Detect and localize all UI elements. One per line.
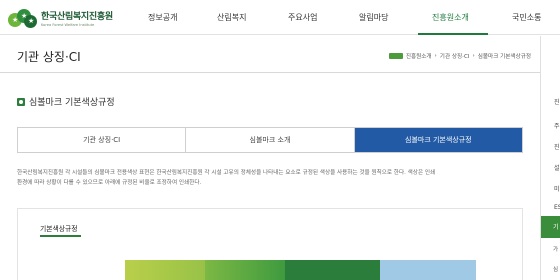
color-spec-underline: [40, 235, 81, 237]
content-tabs: 기관 상징·CI 심볼마크 소개 심볼마크 기본색상규정: [17, 127, 523, 153]
side-nav: 진 주 진 설 미 ES: [540, 36, 560, 280]
page-title: 기관 상징·CI: [17, 50, 81, 64]
side-nav-item-active: 기: [553, 224, 559, 231]
logo-subtitle: Korea Forest Welfare Institute: [41, 23, 95, 27]
color-swatch-sky-blue: [380, 260, 476, 280]
tab-ci[interactable]: 기관 상징·CI: [18, 128, 187, 152]
description-line: 한국산림복지진흥원 각 시설들의 심볼마크 전용색상 표현은 한국산림복지진흥원…: [17, 170, 436, 176]
nav-item-welfare[interactable]: 산림복지: [217, 0, 246, 35]
color-swatch-lime: [125, 260, 205, 280]
side-nav-subitem[interactable]: 심: [553, 265, 558, 273]
side-nav-item[interactable]: 주: [554, 121, 560, 130]
breadcrumb-item-current: 심볼마크 기본색상규정: [477, 54, 531, 60]
breadcrumb: 진흥원소개 › 기관 상징·CI › 심볼마크 기본색상규정: [388, 52, 531, 60]
tab-symbol-color[interactable]: 심볼마크 기본색상규정: [354, 128, 522, 152]
tab-symbol-intro[interactable]: 심볼마크 소개: [186, 128, 355, 152]
side-nav-active-item[interactable]: 기: [541, 216, 560, 238]
section-heading: 심볼마크 기본색상규정: [17, 95, 115, 108]
section-bullet-icon: [17, 97, 25, 106]
home-icon[interactable]: [388, 53, 403, 59]
breadcrumb-separator-icon: ›: [434, 53, 437, 59]
color-swatch-green: [205, 260, 285, 280]
nav-item-about[interactable]: 진흥원소개: [432, 0, 469, 35]
side-nav-item[interactable]: 진: [554, 97, 560, 106]
side-nav-item[interactable]: 미: [554, 184, 560, 193]
page-titlebar: 기관 상징·CI 진흥원소개 › 기관 상징·CI › 심볼마크 기본색상규정: [0, 36, 540, 73]
section-title: 심볼마크 기본색상규정: [29, 98, 115, 108]
side-nav-item[interactable]: ES: [554, 204, 560, 211]
side-nav-item[interactable]: 설: [554, 163, 560, 172]
nav-item-info[interactable]: 정보공개: [148, 0, 177, 35]
site-logo[interactable]: ★ ★ ★ 한국산림복지진흥원 Korea Forest Welfare Ins…: [8, 6, 126, 30]
side-nav-item[interactable]: 진: [554, 142, 560, 151]
page: ★ ★ ★ 한국산림복지진흥원 Korea Forest Welfare Ins…: [0, 0, 560, 280]
site-header: ★ ★ ★ 한국산림복지진흥원 Korea Forest Welfare Ins…: [0, 0, 560, 35]
breadcrumb-item[interactable]: 진흥원소개: [406, 52, 432, 60]
breadcrumb-item[interactable]: 기관 상징·CI: [440, 52, 470, 60]
nav-item-communication[interactable]: 국민소통: [512, 0, 541, 35]
side-nav-subitem[interactable]: 가: [553, 245, 558, 253]
logo-title: 한국산림복지진흥원: [41, 12, 113, 22]
nav-item-notice[interactable]: 알림마당: [359, 0, 388, 35]
nav-active-indicator: [418, 33, 488, 35]
color-spec-label: 기본색상규정: [40, 225, 78, 233]
description-line: 환경에 따라 상황이 다를 수 있으므로 아래에 규정된 비율로 조정하여 인쇄…: [17, 180, 202, 186]
nav-item-business[interactable]: 주요사업: [288, 0, 317, 35]
color-spec-box: 기본색상규정: [17, 208, 523, 280]
description: 한국산림복지진흥원 각 시설들의 심볼마크 전용색상 표현은 한국산림복지진흥원…: [17, 168, 525, 188]
breadcrumb-separator-icon: ›: [472, 53, 475, 59]
color-swatch-dark-green: [285, 260, 380, 280]
logo-symbol-icon: ★ ★ ★: [8, 7, 38, 29]
